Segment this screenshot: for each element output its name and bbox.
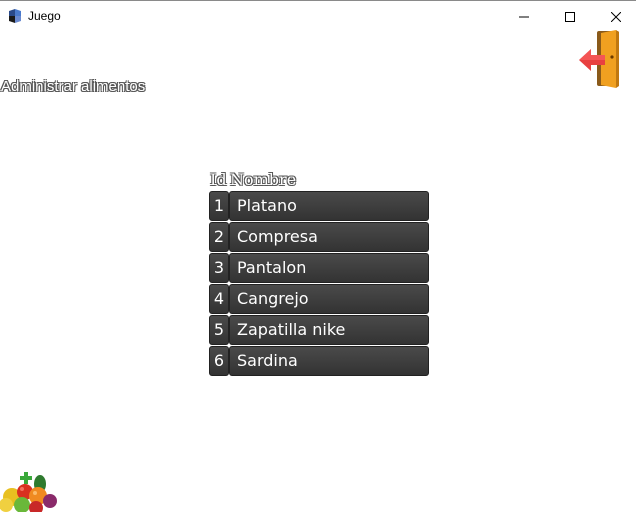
row-id-cell[interactable]: 3 (209, 253, 229, 283)
row-name-cell[interactable]: Cangrejo (229, 284, 429, 314)
close-button[interactable] (593, 1, 636, 32)
maximize-icon (565, 7, 575, 26)
window-titlebar[interactable]: Juego (0, 0, 636, 31)
table-row[interactable]: 1 Platano (209, 191, 429, 222)
row-name-cell[interactable]: Pantalon (229, 253, 429, 283)
row-id-cell[interactable]: 5 (209, 315, 229, 345)
row-name-cell[interactable]: Compresa (229, 222, 429, 252)
exit-door-icon (577, 30, 636, 92)
minimize-icon (519, 7, 529, 26)
page-title: Administrar alimentos (1, 78, 146, 95)
row-id-cell[interactable]: 4 (209, 284, 229, 314)
row-name-cell[interactable]: Sardina (229, 346, 429, 376)
table-row[interactable]: 4 Cangrejo (209, 284, 429, 315)
table-row[interactable]: 5 Zapatilla nike (209, 315, 429, 346)
app-icon (7, 8, 23, 24)
row-id-cell[interactable]: 6 (209, 346, 229, 376)
column-header-id: Id (210, 170, 227, 189)
table-header: Id Nombre (209, 170, 429, 191)
table-row[interactable]: 3 Pantalon (209, 253, 429, 284)
fruit-basket-icon (0, 472, 60, 512)
column-header-name: Nombre (230, 170, 297, 189)
close-icon (610, 7, 622, 26)
food-table: Id Nombre 1 Platano 2 Compresa 3 Pantalo… (209, 170, 429, 377)
row-name-cell[interactable]: Platano (229, 191, 429, 221)
maximize-button[interactable] (547, 1, 593, 32)
minimize-button[interactable] (501, 1, 547, 32)
table-row[interactable]: 6 Sardina (209, 346, 429, 377)
exit-button[interactable] (577, 30, 636, 88)
table-row[interactable]: 2 Compresa (209, 222, 429, 253)
row-id-cell[interactable]: 2 (209, 222, 229, 252)
add-food-button[interactable] (0, 470, 60, 512)
window-title: Juego (28, 9, 61, 23)
row-name-cell[interactable]: Zapatilla nike (229, 315, 429, 345)
row-id-cell[interactable]: 1 (209, 191, 229, 221)
